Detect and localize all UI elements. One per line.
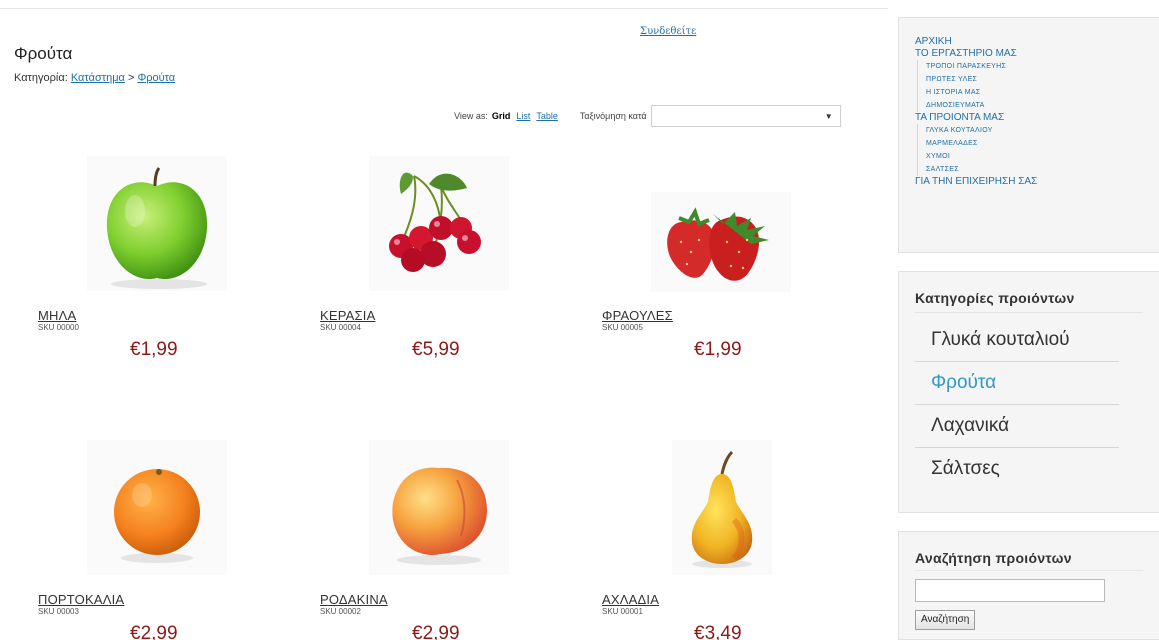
nav-sub-sauces[interactable]: ΣΑΛΤΣΕΣ bbox=[917, 163, 1143, 176]
nav-sub-jams[interactable]: ΜΑΡΜΕΛΑΔΕΣ bbox=[917, 137, 1143, 150]
product-card: ΦΡΑΟΥΛΕΣ SKU 00005 €1,99 bbox=[578, 156, 848, 386]
product-price: €5,99 bbox=[412, 339, 460, 360]
nav-sub-preparation[interactable]: ΤΡΟΠΟΙ ΠΑΡΑΣΚΕΥΗΣ bbox=[917, 60, 1143, 73]
product-sku: SKU 00000 bbox=[38, 323, 79, 332]
product-sku: SKU 00001 bbox=[602, 607, 643, 616]
category-fruits[interactable]: Φρούτα bbox=[915, 362, 1119, 405]
product-categories-widget: Κατηγορίες προιόντων Γλυκά κουταλιού Φρο… bbox=[898, 271, 1159, 513]
product-name-link[interactable]: ΚΕΡΑΣΙΑ bbox=[320, 308, 375, 323]
nav-home[interactable]: ΑΡΧΙΚΗ bbox=[915, 36, 1143, 48]
breadcrumb-separator: > bbox=[127, 72, 135, 84]
product-card: ΠΟΡΤΟΚΑΛΙΑ SKU 00003 €2,99 bbox=[14, 440, 284, 640]
product-price: €1,99 bbox=[694, 339, 742, 360]
product-price: €3,49 bbox=[694, 623, 742, 640]
product-name-link[interactable]: ΠΟΡΤΟΚΑΛΙΑ bbox=[38, 592, 124, 607]
product-name-link[interactable]: ΡΟΔΑΚΙΝΑ bbox=[320, 592, 388, 607]
login-link[interactable]: Συνδεθείτε bbox=[640, 26, 696, 37]
product-price: €1,99 bbox=[130, 339, 178, 360]
strawberries-image[interactable] bbox=[651, 192, 791, 292]
product-sku: SKU 00004 bbox=[320, 323, 361, 332]
search-title: Αναζήτηση προιόντων bbox=[915, 550, 1143, 571]
sidebar-nav: ΑΡΧΙΚΗ ΤΟ ΕΡΓΑΣΤΗΡΙΟ ΜΑΣ ΤΡΟΠΟΙ ΠΑΡΑΣΚΕΥ… bbox=[898, 17, 1159, 253]
apple-image[interactable] bbox=[87, 156, 227, 291]
breadcrumb-store-link[interactable]: Κατάστημα bbox=[71, 72, 125, 84]
chevron-down-icon: ▼ bbox=[824, 112, 833, 121]
product-sku: SKU 00005 bbox=[602, 323, 643, 332]
nav-sub-history[interactable]: Η ΙΣΤΟΡΙΑ ΜΑΣ bbox=[917, 86, 1143, 99]
product-name-link[interactable]: ΑΧΛΑΔΙΑ bbox=[602, 592, 659, 607]
categories-title: Κατηγορίες προιόντων bbox=[915, 290, 1143, 313]
sort-label: Ταξινόμηση κατά bbox=[579, 111, 647, 121]
view-as-label: View as: bbox=[454, 111, 488, 121]
view-grid-current: Grid bbox=[491, 111, 511, 121]
search-input[interactable] bbox=[915, 579, 1105, 602]
nav-sub-spoon-sweets[interactable]: ΓΛΥΚΑ ΚΟΥΤΑΛΙΟΥ bbox=[917, 124, 1143, 137]
breadcrumb: Κατηγορία: Κατάστημα > Φρούτα bbox=[14, 72, 175, 84]
nav-workshop[interactable]: ΤΟ ΕΡΓΑΣΤΗΡΙΟ ΜΑΣ bbox=[915, 48, 1143, 60]
breadcrumb-prefix: Κατηγορία: bbox=[14, 72, 68, 84]
view-table-link[interactable]: Table bbox=[536, 111, 558, 121]
product-sku: SKU 00002 bbox=[320, 607, 361, 616]
category-spoon-sweets[interactable]: Γλυκά κουταλιού bbox=[915, 319, 1119, 362]
nav-products[interactable]: ΤΑ ΠΡΟΙΟΝΤΑ ΜΑΣ bbox=[915, 112, 1143, 124]
product-sku: SKU 00003 bbox=[38, 607, 79, 616]
product-search-widget: Αναζήτηση προιόντων Αναζήτηση bbox=[898, 531, 1159, 640]
top-divider bbox=[0, 8, 888, 9]
nav-business[interactable]: ΓΙΑ ΤΗΝ ΕΠΙΧΕΙΡΗΣΗ ΣΑΣ bbox=[915, 176, 1143, 188]
cherries-image[interactable] bbox=[369, 156, 509, 291]
product-name-link[interactable]: ΦΡΑΟΥΛΕΣ bbox=[602, 308, 673, 323]
product-price: €2,99 bbox=[130, 623, 178, 640]
nav-sub-raw-materials[interactable]: ΠΡΩΤΕΣ ΥΛΕΣ bbox=[917, 73, 1143, 86]
page-title: Φρούτα bbox=[14, 44, 73, 63]
orange-image[interactable] bbox=[87, 440, 227, 575]
product-card: ΑΧΛΑΔΙΑ SKU 00001 €3,49 bbox=[578, 440, 848, 640]
nav-sub-juices[interactable]: ΧΥΜΟΙ bbox=[917, 150, 1143, 163]
product-price: €2,99 bbox=[412, 623, 460, 640]
product-card: ΜΗΛΑ SKU 00000 €1,99 bbox=[14, 156, 284, 386]
product-card: ΡΟΔΑΚΙΝΑ SKU 00002 €2,99 bbox=[296, 440, 566, 640]
product-card: ΚΕΡΑΣΙΑ SKU 00004 €5,99 bbox=[296, 156, 566, 386]
category-sauces[interactable]: Σάλτσες bbox=[915, 448, 1119, 490]
view-list-link[interactable]: List bbox=[516, 111, 530, 121]
peach-image[interactable] bbox=[369, 440, 509, 575]
search-button[interactable]: Αναζήτηση bbox=[915, 609, 976, 630]
category-vegetables[interactable]: Λαχανικά bbox=[915, 405, 1119, 448]
breadcrumb-current-link[interactable]: Φρούτα bbox=[137, 72, 175, 84]
product-name-link[interactable]: ΜΗΛΑ bbox=[38, 308, 76, 323]
nav-sub-publications[interactable]: ΔΗΜΟΣΙΕΥΜΑΤΑ bbox=[917, 99, 1143, 112]
view-toolbar: View as: Grid List Table Ταξινόμηση κατά… bbox=[454, 104, 841, 128]
sort-select[interactable]: ▼ bbox=[650, 105, 841, 127]
pear-image[interactable] bbox=[672, 440, 772, 575]
